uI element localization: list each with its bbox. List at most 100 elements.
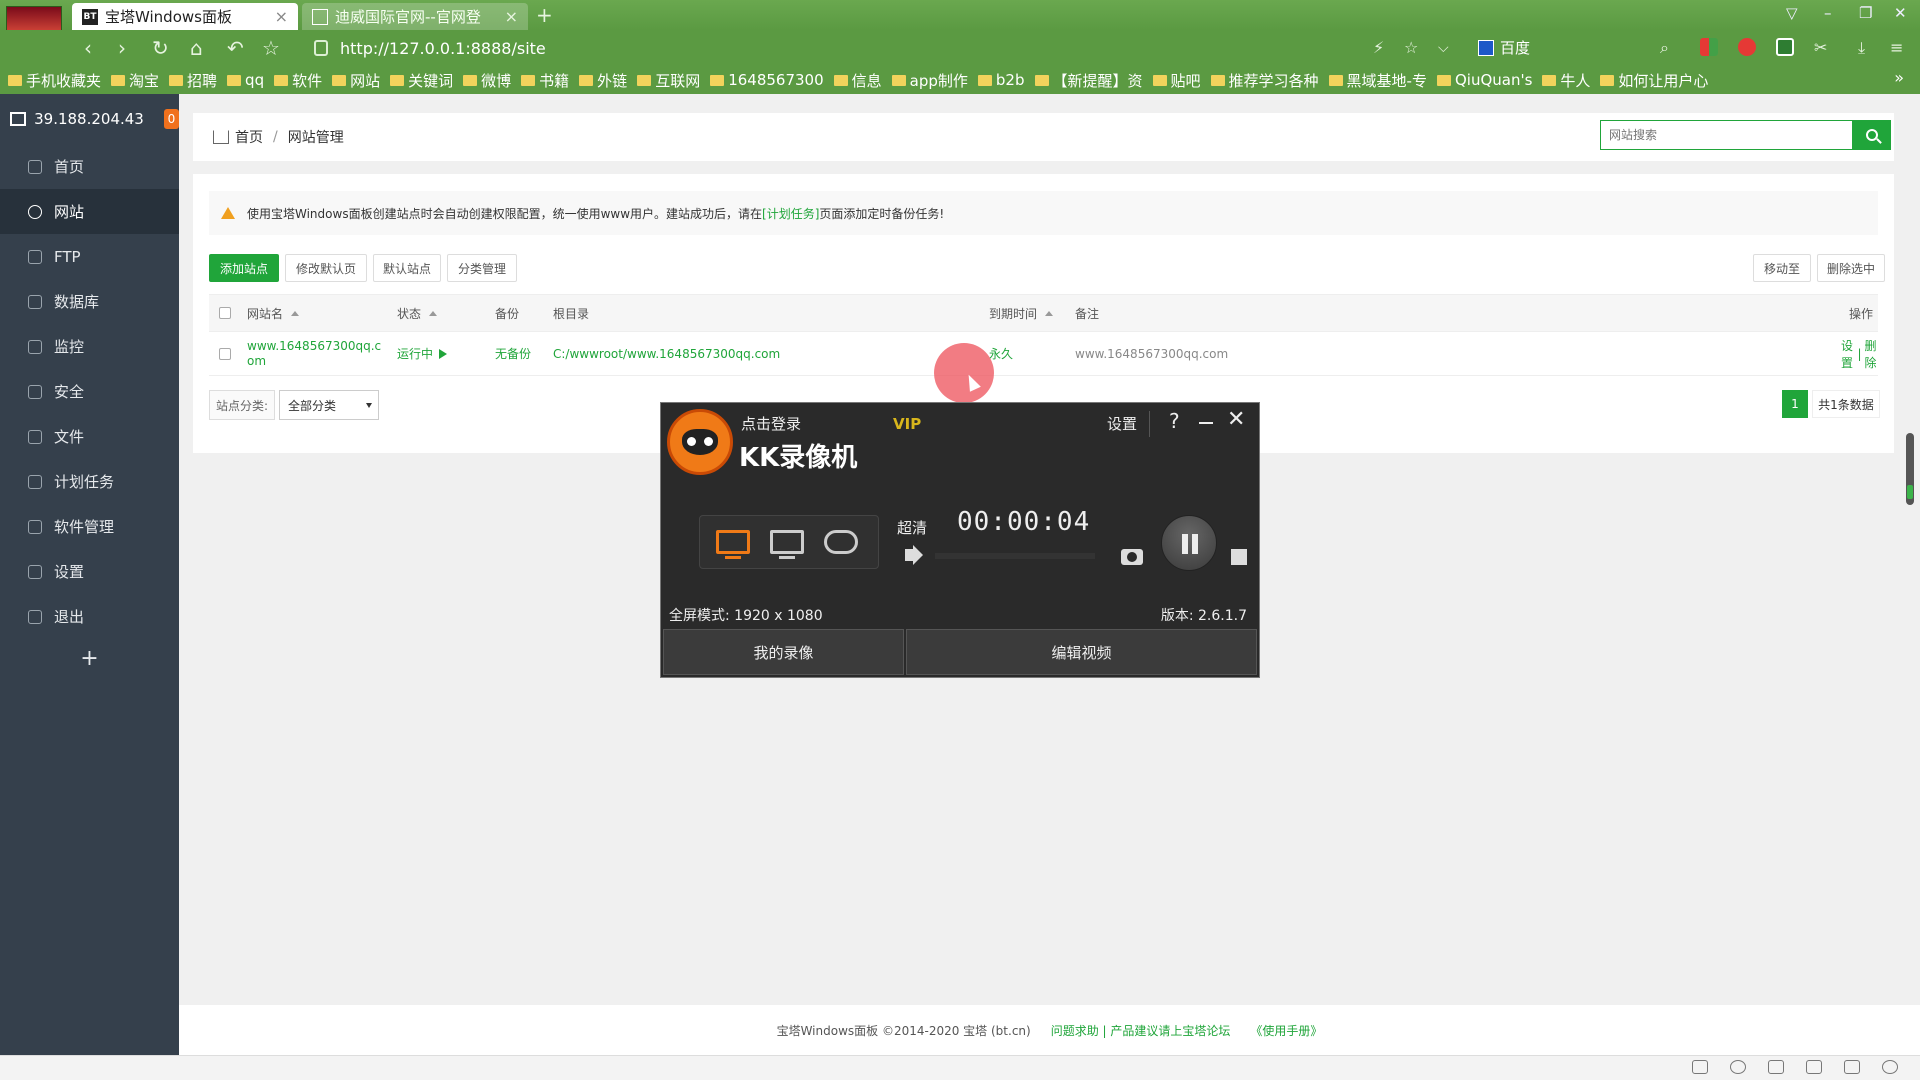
search-engine-selector[interactable]: 百度 (1478, 37, 1530, 58)
undo-icon[interactable]: ↶ (227, 37, 244, 59)
bookmark-item[interactable]: QiuQuan's (1436, 71, 1532, 89)
bookmark-item[interactable]: 1648567300 (710, 71, 824, 89)
bookmark-item[interactable]: 淘宝 (111, 70, 159, 91)
cron-link[interactable]: [计划任务] (762, 205, 819, 222)
sidebar-item-ftp[interactable]: FTP (0, 234, 179, 279)
bookmark-item[interactable]: 推荐学习各种 (1210, 70, 1319, 91)
tab-diwei[interactable]: 迪威国际官网--官网登 × (302, 3, 528, 30)
search-icon[interactable]: ⌕ (1660, 37, 1669, 59)
category-manage-button[interactable]: 分类管理 (447, 254, 517, 282)
recorder-help-icon[interactable]: ? (1169, 409, 1180, 433)
bookmark-item[interactable]: 外链 (579, 70, 627, 91)
bookmark-item[interactable]: 【新提醒】资 (1034, 70, 1143, 91)
category-select[interactable]: 全部分类 (279, 390, 379, 420)
bookmark-item[interactable]: 微博 (463, 70, 511, 91)
bookmark-item[interactable]: app制作 (891, 70, 968, 91)
adblock-icon[interactable] (1738, 38, 1756, 56)
restore-icon[interactable]: ❐ (1859, 4, 1872, 22)
new-tab-button[interactable]: + (536, 3, 553, 27)
bookmark-item[interactable]: qq (227, 71, 264, 89)
message-badge[interactable]: 0 (163, 109, 179, 129)
bookmarks-more-button[interactable]: » (1894, 68, 1904, 87)
site-settings-link[interactable]: 设置 (1841, 337, 1854, 371)
camera-snapshot-icon[interactable] (1121, 549, 1143, 565)
reload-icon[interactable]: ↻ (152, 37, 169, 59)
menu-icon[interactable]: ≡ (1890, 37, 1903, 59)
site-status[interactable]: 运行中 (397, 332, 448, 375)
recorder-close-icon[interactable]: ✕ (1227, 407, 1245, 432)
sidebar-item-security[interactable]: 安全 (0, 369, 179, 414)
sidebar-add-button[interactable]: + (0, 639, 179, 679)
my-recordings-button[interactable]: 我的录像 (663, 629, 904, 675)
sidebar-item-files[interactable]: 文件 (0, 414, 179, 459)
accelerate-icon[interactable] (1730, 1060, 1746, 1074)
back-icon[interactable]: ‹ (84, 37, 92, 59)
bookmark-item[interactable]: 黑域基地-专 (1328, 70, 1427, 91)
speaker-icon[interactable] (905, 549, 915, 561)
site-remark[interactable]: www.1648567300qq.com (1075, 332, 1228, 375)
breadcrumb-home[interactable]: 首页 (235, 127, 263, 147)
shirt-skin-icon[interactable]: ▽ (1786, 4, 1798, 22)
trash-icon[interactable] (1768, 1060, 1784, 1074)
bookmark-item[interactable]: 互联网 (637, 70, 700, 91)
pause-button[interactable] (1161, 515, 1217, 571)
site-search-input[interactable] (1600, 120, 1853, 150)
site-backup[interactable]: 无备份 (495, 332, 531, 375)
sidebar-item-monitor[interactable]: 监控 (0, 324, 179, 369)
edit-video-button[interactable]: 编辑视频 (906, 629, 1257, 675)
volume-icon[interactable] (1806, 1060, 1822, 1074)
minimize-icon[interactable]: – (1824, 4, 1832, 22)
bookmark-item[interactable]: 牛人 (1542, 70, 1590, 91)
default-site-button[interactable]: 默认站点 (373, 254, 441, 282)
site-delete-link[interactable]: 删除 (1865, 337, 1878, 371)
game-mode-icon[interactable] (824, 530, 858, 554)
recorder-minimize-icon[interactable] (1199, 422, 1213, 424)
site-name-link[interactable]: www.1648567300qq.com (247, 332, 387, 375)
row-checkbox[interactable] (219, 332, 231, 375)
select-all-checkbox[interactable] (219, 295, 231, 331)
footer-help-link[interactable]: 问题求助 | 产品建议请上宝塔论坛 (1051, 1022, 1231, 1039)
scrollbar-thumb[interactable] (1906, 433, 1914, 505)
tab-close-icon[interactable]: × (505, 7, 518, 26)
page-number-button[interactable]: 1 (1782, 390, 1808, 418)
window-icon[interactable] (1844, 1060, 1860, 1074)
bookmark-item[interactable]: 招聘 (169, 70, 217, 91)
scissors-icon[interactable]: ✂ (1814, 37, 1827, 59)
rocket-icon[interactable] (1692, 1060, 1708, 1074)
sidebar-item-settings[interactable]: 设置 (0, 549, 179, 594)
add-site-button[interactable]: 添加站点 (209, 254, 279, 282)
sidebar-item-cron[interactable]: 计划任务 (0, 459, 179, 504)
modify-default-page-button[interactable]: 修改默认页 (285, 254, 367, 282)
bookmark-item[interactable]: 信息 (833, 70, 882, 91)
bookmark-item[interactable]: b2b (977, 71, 1025, 89)
sidebar-item-website[interactable]: 网站 (0, 189, 179, 234)
recorder-settings-button[interactable]: 设置 (1107, 413, 1137, 434)
col-name[interactable]: 网站名 (247, 295, 300, 331)
bookmark-item[interactable]: 书籍 (521, 70, 569, 91)
apps-grid-icon[interactable] (1700, 38, 1718, 56)
sidebar-item-logout[interactable]: 退出 (0, 594, 179, 639)
bookmark-item[interactable]: 如何让用户心 (1600, 70, 1708, 91)
zoom-icon[interactable] (1882, 1060, 1898, 1074)
col-expire[interactable]: 到期时间 (989, 295, 1054, 331)
footer-manual-link[interactable]: 《使用手册》 (1250, 1022, 1322, 1039)
favorite-star-icon[interactable]: ☆ (1404, 37, 1418, 59)
quality-selector[interactable]: 超清 (897, 517, 927, 538)
window-close-icon[interactable]: ✕ (1894, 4, 1907, 22)
bookmark-item[interactable]: 贴吧 (1152, 70, 1201, 91)
star-icon[interactable]: ☆ (262, 37, 280, 59)
site-search-button[interactable] (1853, 120, 1891, 150)
bookmark-item[interactable]: 关键词 (390, 70, 453, 91)
bookmark-item[interactable]: 网站 (332, 70, 380, 91)
sidebar-item-home[interactable]: 首页 (0, 144, 179, 189)
move-to-button[interactable]: 移动至 (1753, 254, 1811, 282)
forward-icon[interactable]: › (118, 37, 126, 59)
sidebar-item-database[interactable]: 数据库 (0, 279, 179, 324)
stop-button[interactable] (1231, 549, 1247, 565)
delete-selected-button[interactable]: 删除选中 (1817, 254, 1885, 282)
checkbox[interactable] (219, 347, 231, 360)
region-mode-icon[interactable] (770, 530, 804, 559)
security-shield-icon[interactable] (1776, 38, 1794, 56)
tab-bt-panel[interactable]: BT 宝塔Windows面板 × (72, 3, 298, 30)
tab-close-icon[interactable]: × (275, 7, 288, 26)
